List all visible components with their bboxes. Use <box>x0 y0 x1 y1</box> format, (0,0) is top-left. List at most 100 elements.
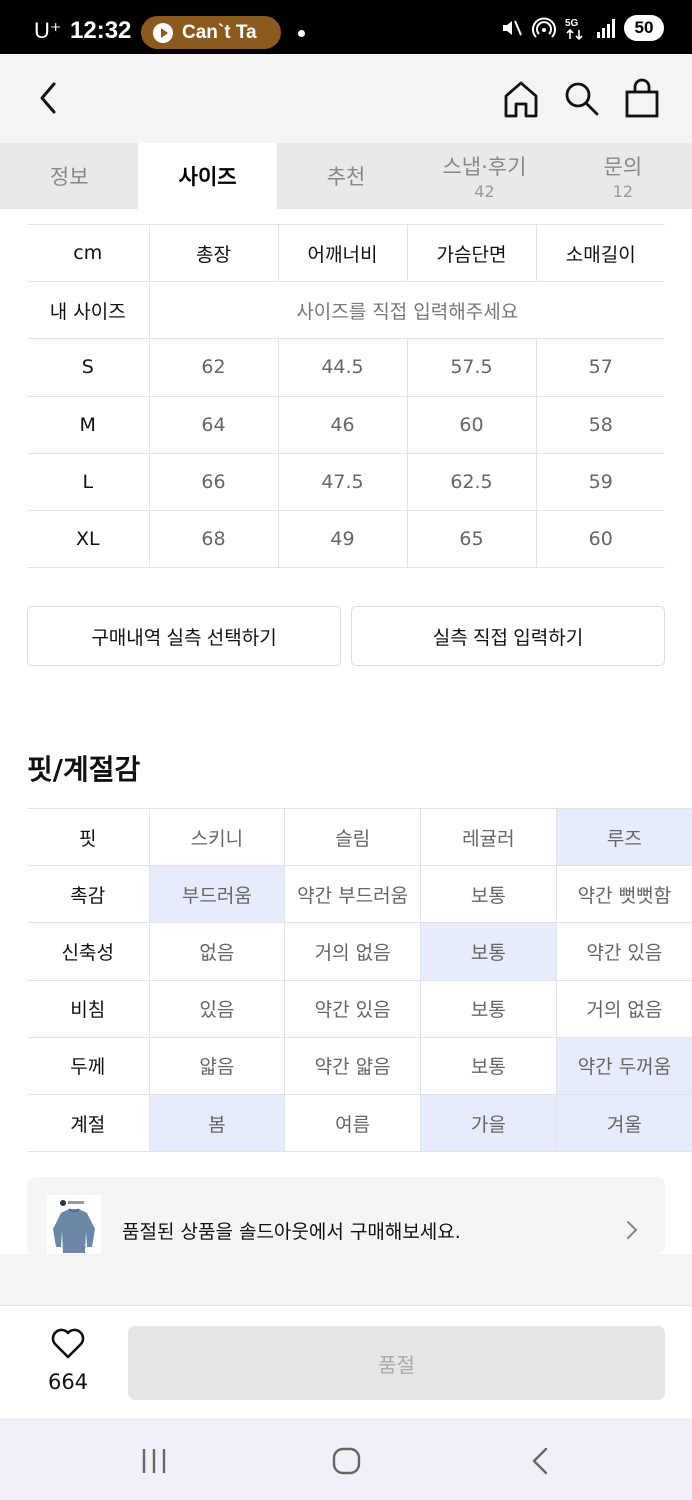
fit-row: 신축성 없음 거의 없음 보통 약간 있음 <box>27 922 692 981</box>
table-cell: 49 <box>277 509 407 569</box>
column-header: 소매길이 <box>535 223 665 283</box>
table-cell: 60 <box>535 509 665 569</box>
media-title: Can`t Ta <box>182 22 257 43</box>
fit-option: 약간 있음 <box>555 922 692 981</box>
fit-option: 겨울 <box>555 1093 692 1153</box>
back-nav-icon[interactable] <box>528 1446 552 1476</box>
hotspot-icon <box>532 17 556 38</box>
5g-icon: 5G <box>565 18 583 41</box>
table-row: M 64 46 60 58 <box>27 395 665 454</box>
clock: 12:32 <box>70 17 132 44</box>
home-icon[interactable] <box>502 76 540 120</box>
notification-dot-icon <box>298 30 305 37</box>
table-cell: 58 <box>535 395 665 454</box>
mute-icon <box>503 20 522 36</box>
fit-option: 레귤러 <box>420 807 557 867</box>
product-thumbnail <box>47 1195 101 1254</box>
fit-row-label: 계절 <box>27 1093 149 1153</box>
fit-option: 보통 <box>420 922 557 981</box>
table-row: L 66 47.5 62.5 59 <box>27 452 665 511</box>
fit-option: 있음 <box>148 979 285 1038</box>
measurement-buttons: 구매내역 실측 선택하기 실측 직접 입력하기 <box>27 606 665 666</box>
purchase-history-measure-button[interactable]: 구매내역 실측 선택하기 <box>27 606 341 666</box>
fit-row: 핏 스키니 슬림 레귤러 루즈 <box>27 807 692 867</box>
tab-recommend[interactable]: 추천 <box>277 143 415 209</box>
size-label: S <box>27 338 149 397</box>
table-cell: 60 <box>406 395 536 454</box>
tab-snap-review[interactable]: 스냅·후기 42 <box>415 143 553 209</box>
chevron-right-icon <box>627 1221 638 1239</box>
table-cell: 68 <box>148 509 278 569</box>
unit-cell: cm <box>27 223 149 283</box>
battery-icon: 50 <box>624 15 664 41</box>
app-header <box>0 54 692 143</box>
fit-option: 보통 <box>420 1036 557 1095</box>
table-cell: 47.5 <box>277 452 407 511</box>
fit-row: 비침 있음 약간 있음 보통 거의 없음 <box>27 979 692 1038</box>
carrier-label: U⁺ <box>34 18 62 43</box>
table-row: S 62 44.5 57.5 57 <box>27 338 665 397</box>
tab-label: 정보 <box>49 165 89 189</box>
fit-option: 여름 <box>284 1093 421 1153</box>
size-table: cm 총장 어깨너비 가슴단면 소매길이 내 사이즈 사이즈를 직접 입력해주세… <box>27 223 665 569</box>
tab-count: 42 <box>474 182 495 201</box>
status-icons: 5G 50 <box>500 14 664 42</box>
my-size-input-prompt[interactable]: 사이즈를 직접 입력해주세요 <box>148 281 665 340</box>
status-bar: U⁺ 12:32 Can`t Ta 5G 50 <box>0 0 692 54</box>
tab-size[interactable]: 사이즈 <box>138 143 277 209</box>
search-icon[interactable] <box>562 76 602 120</box>
fit-option: 약간 있음 <box>284 979 421 1038</box>
fit-row-label: 촉감 <box>27 865 149 924</box>
fit-row-label: 두께 <box>27 1036 149 1095</box>
home-nav-icon[interactable] <box>332 1446 362 1476</box>
column-header: 총장 <box>148 223 278 283</box>
fit-option: 거의 없음 <box>555 979 692 1038</box>
table-cell: 64 <box>148 395 278 454</box>
fit-row: 두께 얇음 약간 얇음 보통 약간 두꺼움 <box>27 1036 692 1095</box>
fit-option: 거의 없음 <box>284 922 421 981</box>
tab-label: 문의 <box>603 155 643 179</box>
fit-option: 약간 부드러움 <box>284 865 421 924</box>
soldout-button: 품절 <box>128 1326 665 1400</box>
heart-icon <box>51 1328 85 1359</box>
column-header: 가슴단면 <box>406 223 536 283</box>
section-divider <box>0 1254 692 1306</box>
fit-option: 스키니 <box>148 807 285 867</box>
fit-section-title: 핏/계절감 <box>27 753 141 786</box>
fit-option: 약간 두꺼움 <box>555 1036 692 1095</box>
shopping-bag-icon[interactable] <box>622 76 662 120</box>
table-cell: 65 <box>406 509 536 569</box>
size-label: M <box>27 395 149 454</box>
product-tabs: 정보 사이즈 추천 스냅·후기 42 문의 12 <box>0 143 692 209</box>
fit-row-label: 신축성 <box>27 922 149 981</box>
tab-label: 사이즈 <box>178 165 237 189</box>
table-cell: 57 <box>535 338 665 397</box>
purchase-bar: 664 품절 <box>0 1305 692 1418</box>
table-cell: 46 <box>277 395 407 454</box>
media-chip[interactable]: Can`t Ta <box>141 16 281 49</box>
tab-label: 스냅·후기 <box>442 155 527 179</box>
tab-info[interactable]: 정보 <box>0 143 138 209</box>
tab-label: 추천 <box>326 165 366 189</box>
fit-option: 없음 <box>148 922 285 981</box>
fit-row: 촉감 부드러움 약간 부드러움 보통 약간 뻣뻣함 <box>27 865 692 924</box>
fit-option: 보통 <box>420 979 557 1038</box>
fit-option: 약간 뻣뻣함 <box>555 865 692 924</box>
fit-option: 봄 <box>148 1093 285 1153</box>
size-label: L <box>27 452 149 511</box>
soldout-market-banner[interactable]: 품절된 상품을 솔드아웃에서 구매해보세요. <box>27 1177 665 1254</box>
my-size-label: 내 사이즈 <box>27 281 149 340</box>
table-cell: 44.5 <box>277 338 407 397</box>
recent-apps-icon[interactable] <box>140 1446 168 1476</box>
signal-icon <box>597 19 615 38</box>
tab-inquiry[interactable]: 문의 12 <box>554 143 692 209</box>
svg-text:5G: 5G <box>565 18 579 29</box>
banner-text: 품절된 상품을 솔드아웃에서 구매해보세요. <box>122 1221 461 1243</box>
manual-measure-input-button[interactable]: 실측 직접 입력하기 <box>351 606 665 666</box>
play-icon <box>153 23 173 43</box>
my-size-row[interactable]: 내 사이즈 사이즈를 직접 입력해주세요 <box>27 281 665 340</box>
like-button[interactable]: 664 <box>40 1328 96 1394</box>
fit-row-label: 핏 <box>27 807 149 867</box>
back-arrow-icon[interactable] <box>34 76 62 120</box>
size-label: XL <box>27 509 149 569</box>
